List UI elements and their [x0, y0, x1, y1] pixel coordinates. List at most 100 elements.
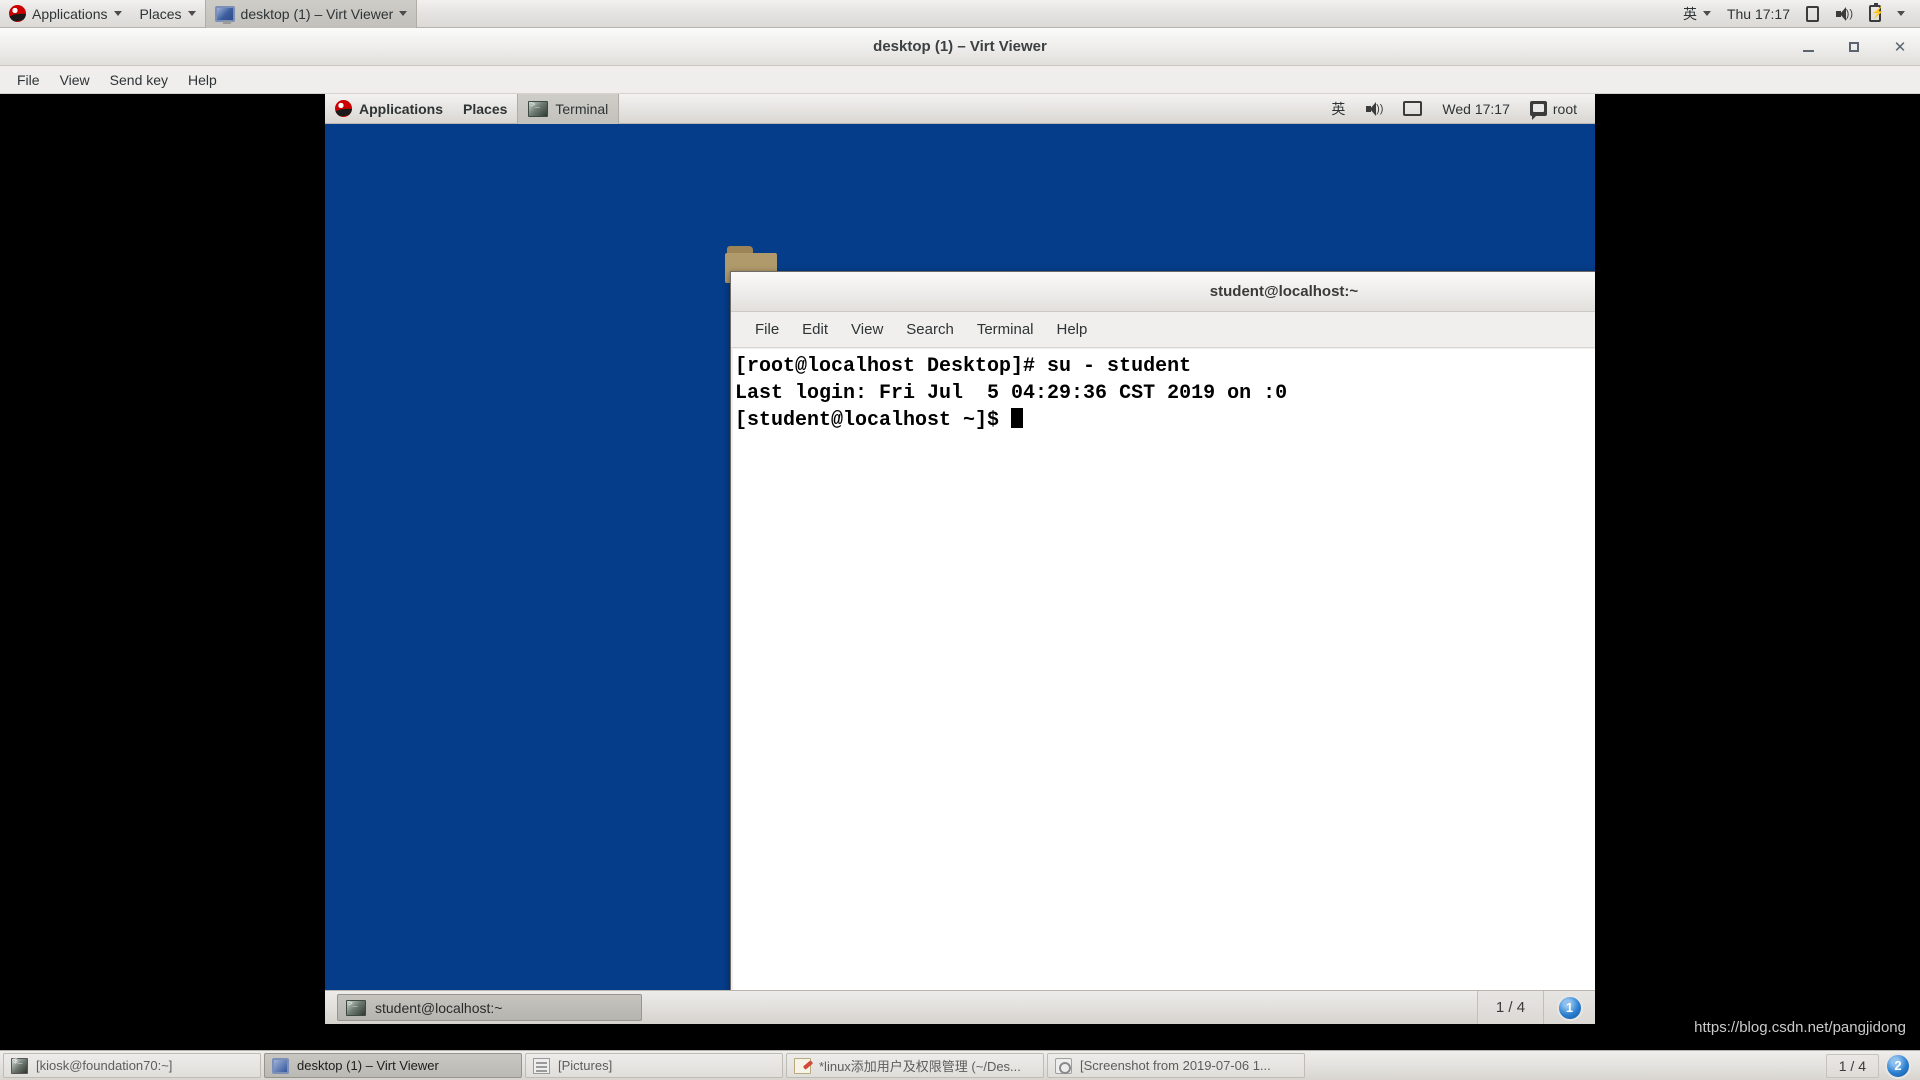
guest-volume-indicator[interactable]: )) — [1357, 94, 1391, 124]
monitor-icon — [214, 5, 235, 24]
host-system-menu[interactable] — [1890, 0, 1912, 28]
vv-menu-help[interactable]: Help — [179, 68, 226, 92]
virt-viewer-titlebar: desktop (1) – Virt Viewer ✕ — [0, 28, 1920, 66]
volume-icon: )) — [1365, 101, 1383, 116]
file-manager-icon — [533, 1057, 550, 1074]
guest-bottom-panel: student@localhost:~ 1 / 4 1 — [325, 990, 1595, 1024]
guest-ime-indicator[interactable]: 英 — [1323, 94, 1353, 124]
virt-viewer-window-controls: ✕ — [1798, 28, 1910, 66]
screen-root: Applications Places desktop (1) – Virt V… — [0, 0, 1920, 1080]
terminal-line-3: [student@localhost ~]$ — [735, 409, 1012, 432]
host-window-menu-item[interactable]: desktop (1) – Virt Viewer — [204, 0, 418, 28]
network-disconnected-icon — [1403, 101, 1423, 116]
guest-status-area: 英 )) Wed 17:17 root — [1323, 94, 1595, 124]
terminal-text: [root@localhost Desktop]# su - student L… — [735, 353, 1595, 434]
ime-label: 英 — [1331, 100, 1346, 117]
close-button[interactable]: ✕ — [1890, 37, 1910, 57]
watermark-text: https://blog.csdn.net/pangjidong — [1694, 1019, 1906, 1036]
chevron-down-icon — [1897, 11, 1905, 16]
terminal-icon — [346, 999, 366, 1016]
guest-user-label: root — [1552, 100, 1577, 117]
taskbar-item-kiosk-terminal[interactable]: [kiosk@foundation70:~] — [3, 1053, 261, 1078]
guest-bottom-right: 1 / 4 1 — [1477, 990, 1595, 1024]
vv-menu-file[interactable]: File — [8, 68, 49, 92]
taskbar-item-screenshot[interactable]: [Screenshot from 2019-07-06 1... — [1047, 1053, 1305, 1078]
user-icon — [1529, 101, 1547, 120]
guest-network-indicator[interactable] — [1395, 94, 1430, 124]
host-applications-menu[interactable]: Applications — [0, 0, 131, 28]
terminal-menu-search[interactable]: Search — [896, 317, 964, 342]
virt-viewer-menubar: File View Send key Help — [0, 66, 1920, 94]
host-notification-badge: 2 — [1885, 1052, 1911, 1079]
terminal-menu-view[interactable]: View — [841, 317, 893, 342]
note-icon — [1806, 5, 1819, 22]
guest-notification-badge: 1 — [1556, 994, 1583, 1021]
battery-icon — [1869, 3, 1885, 22]
red-hat-icon — [335, 100, 352, 117]
taskbar-item-text-editor[interactable]: *linux添加用户及权限管理 (~/Des... — [786, 1053, 1044, 1078]
terminal-menu-help[interactable]: Help — [1047, 317, 1098, 342]
taskbar-item-pictures[interactable]: [Pictures] — [525, 1053, 783, 1078]
host-top-panel: Applications Places desktop (1) – Virt V… — [0, 0, 1920, 28]
host-clock[interactable]: Thu 17:17 — [1720, 0, 1797, 28]
red-hat-icon — [9, 5, 26, 22]
maximize-button[interactable] — [1844, 37, 1864, 57]
host-battery-indicator[interactable] — [1862, 0, 1888, 28]
host-places-label: Places — [139, 5, 182, 22]
terminal-menu-terminal[interactable]: Terminal — [967, 317, 1044, 342]
taskbar-item-label: *linux添加用户及权限管理 (~/Des... — [819, 1059, 1021, 1074]
ime-label: 英 — [1682, 5, 1697, 22]
host-window-menu-label: desktop (1) – Virt Viewer — [240, 5, 394, 22]
terminal-output-area[interactable]: [root@localhost Desktop]# su - student L… — [733, 349, 1595, 1001]
terminal-menu-edit[interactable]: Edit — [792, 317, 838, 342]
guest-window-button-terminal[interactable]: Terminal — [517, 94, 620, 124]
host-status-area: 英 Thu 17:17 )) — [1676, 0, 1920, 28]
taskbar-item-label: [kiosk@foundation70:~] — [36, 1058, 173, 1073]
monitor-icon — [272, 1057, 289, 1074]
host-taskbar: [kiosk@foundation70:~] desktop (1) – Vir… — [0, 1050, 1920, 1080]
vv-menu-view[interactable]: View — [51, 68, 99, 92]
host-places-menu[interactable]: Places — [131, 0, 205, 28]
chevron-down-icon — [1702, 11, 1711, 16]
terminal-title: student@localhost:~ — [1209, 283, 1359, 300]
guest-taskbar-item-terminal[interactable]: student@localhost:~ — [337, 994, 642, 1021]
host-note-indicator[interactable] — [1799, 0, 1826, 28]
guest-clock-label: Wed 17:17 — [1442, 100, 1510, 117]
terminal-cursor — [1011, 408, 1024, 428]
terminal-window: student@localhost:~ - ❏ X File Edit View… — [730, 271, 1595, 1004]
chevron-down-icon — [399, 11, 408, 16]
minimize-button[interactable] — [1798, 37, 1818, 57]
taskbar-item-label: desktop (1) – Virt Viewer — [297, 1058, 439, 1073]
terminal-line-2: Last login: Fri Jul 5 04:29:36 CST 2019 … — [735, 382, 1288, 405]
terminal-menubar: File Edit View Search Terminal Help — [731, 312, 1595, 348]
guest-places-label: Places — [463, 100, 508, 117]
guest-window-button-label: Terminal — [555, 100, 609, 117]
terminal-titlebar: student@localhost:~ - ❏ X — [731, 272, 1595, 312]
guest-taskbar-item-label: student@localhost:~ — [375, 999, 503, 1016]
guest-places-menu[interactable]: Places — [453, 94, 517, 124]
taskbar-item-virt-viewer[interactable]: desktop (1) – Virt Viewer — [264, 1053, 522, 1078]
volume-icon: )) — [1835, 6, 1853, 21]
host-volume-indicator[interactable]: )) — [1828, 0, 1860, 28]
guest-clock[interactable]: Wed 17:17 — [1434, 94, 1517, 124]
virt-viewer-title: desktop (1) – Virt Viewer — [873, 38, 1047, 55]
vv-menu-send-key[interactable]: Send key — [101, 68, 177, 92]
terminal-line-1: [root@localhost Desktop]# su - student — [735, 355, 1192, 378]
chevron-down-icon — [187, 11, 196, 16]
guest-notification-badge-wrapper[interactable]: 1 — [1543, 990, 1595, 1024]
text-editor-icon — [794, 1057, 811, 1074]
terminal-icon — [11, 1057, 28, 1074]
host-applications-label: Applications — [32, 5, 108, 22]
guest-applications-label: Applications — [359, 100, 444, 117]
guest-top-panel: Applications Places Terminal 英 )) — [325, 94, 1595, 124]
host-taskbar-right: 1 / 4 2 — [1825, 1052, 1917, 1079]
guest-applications-menu[interactable]: Applications — [325, 94, 453, 124]
guest-user-menu[interactable]: root — [1522, 94, 1585, 124]
guest-desktop: Applications Places Terminal 英 )) — [325, 94, 1595, 1024]
host-clock-label: Thu 17:17 — [1726, 5, 1790, 22]
host-ime-indicator[interactable]: 英 — [1676, 0, 1718, 28]
image-viewer-icon — [1055, 1057, 1072, 1074]
host-workspace-switcher[interactable]: 1 / 4 — [1825, 1053, 1879, 1078]
terminal-menu-file[interactable]: File — [745, 317, 789, 342]
guest-workspace-switcher[interactable]: 1 / 4 — [1477, 990, 1543, 1024]
